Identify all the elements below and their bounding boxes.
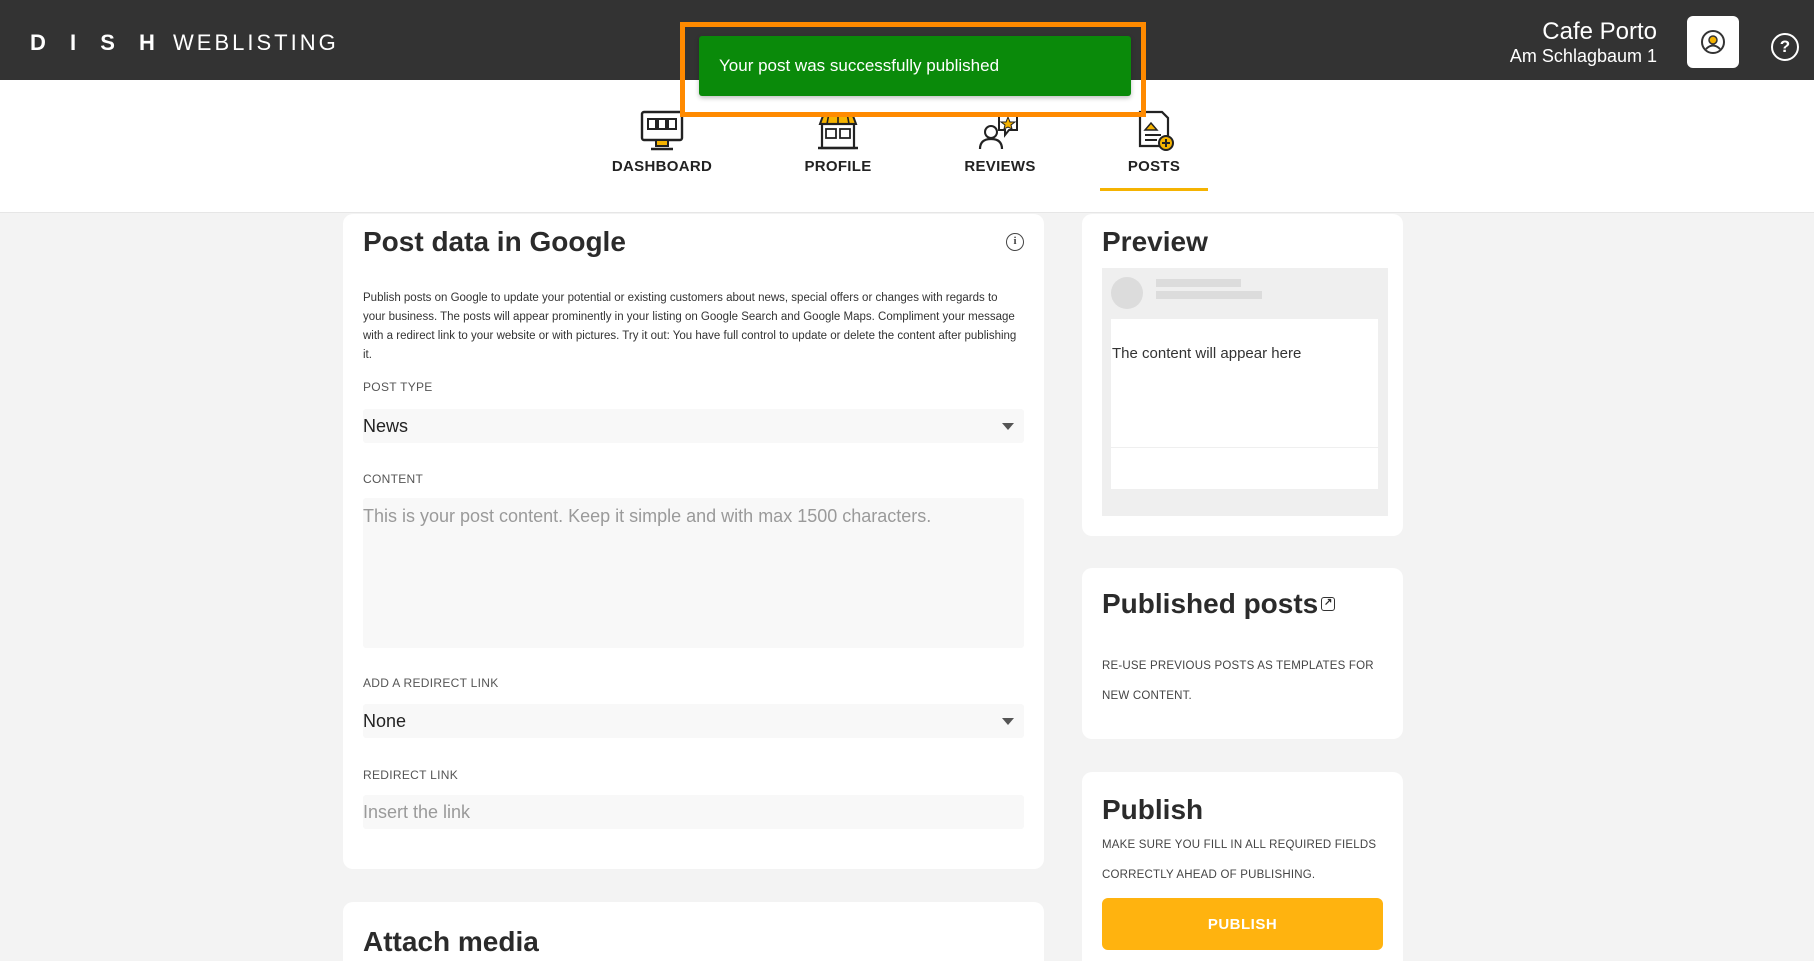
redirect-select-label: ADD A REDIRECT LINK	[363, 676, 499, 690]
post-type-value: News	[363, 415, 409, 436]
store-address: Am Schlagbaum 1	[1509, 46, 1657, 66]
post-data-title: Post data in Google	[363, 226, 626, 257]
publish-title: Publish	[1102, 794, 1204, 825]
content-label: CONTENT	[363, 472, 424, 486]
nav-label: POSTS	[1127, 158, 1181, 175]
preview-placeholder-line	[1156, 291, 1262, 299]
post-type-select[interactable]: News	[363, 409, 1024, 443]
redirect-link-input[interactable]	[363, 795, 1024, 829]
store-name: Cafe Porto	[1542, 18, 1657, 45]
preview-avatar	[1111, 277, 1143, 309]
nav-label: PROFILE	[804, 158, 872, 175]
preview-title: Preview	[1102, 226, 1208, 257]
published-posts-title[interactable]: Published posts ↗	[1102, 588, 1336, 620]
chevron-down-icon	[1002, 718, 1014, 725]
highlight-frame	[680, 22, 1146, 117]
external-link-icon[interactable]: ↗	[1321, 596, 1336, 611]
content-textarea[interactable]	[363, 498, 1024, 648]
attach-media-title: Attach media	[363, 926, 539, 957]
preview-placeholder-line	[1156, 279, 1241, 287]
redirect-select-value: None	[363, 710, 407, 731]
publish-button[interactable]: PUBLISH	[1102, 898, 1383, 950]
nav-label: DASHBOARD	[611, 158, 713, 175]
post-type-label: POST TYPE	[363, 380, 433, 394]
app-logo[interactable]: D I S H WEBLISTING	[30, 30, 339, 56]
redirect-link-label: REDIRECT LINK	[363, 768, 459, 782]
nav-posts[interactable]: POSTS	[1099, 110, 1209, 175]
redirect-select[interactable]: None	[363, 704, 1024, 738]
active-tab-indicator	[1100, 188, 1208, 191]
chevron-down-icon	[1002, 423, 1014, 430]
preview-footer	[1111, 448, 1378, 489]
help-icon[interactable]: ?	[1771, 33, 1799, 61]
user-icon	[1701, 30, 1725, 54]
nav-profile[interactable]: PROFILE	[783, 110, 893, 175]
nav-reviews[interactable]: REVIEWS	[945, 110, 1055, 175]
preview-content: The content will appear here	[1111, 319, 1378, 447]
publish-description: MAKE SURE YOU FILL IN ALL REQUIRED FIELD…	[1102, 839, 1377, 881]
nav-label: REVIEWS	[964, 158, 1036, 175]
account-button[interactable]	[1687, 16, 1739, 68]
store-info: Cafe Porto Am Schlagbaum 1	[1510, 18, 1657, 66]
published-posts-description: RE-USE PREVIOUS POSTS AS TEMPLATES FOR N…	[1102, 660, 1374, 702]
monitor-icon	[640, 110, 684, 151]
nav-dashboard[interactable]: DASHBOARD	[607, 110, 717, 175]
info-icon[interactable]: i	[1006, 233, 1024, 251]
post-data-description: Publish posts on Google to update your p…	[363, 292, 1017, 361]
